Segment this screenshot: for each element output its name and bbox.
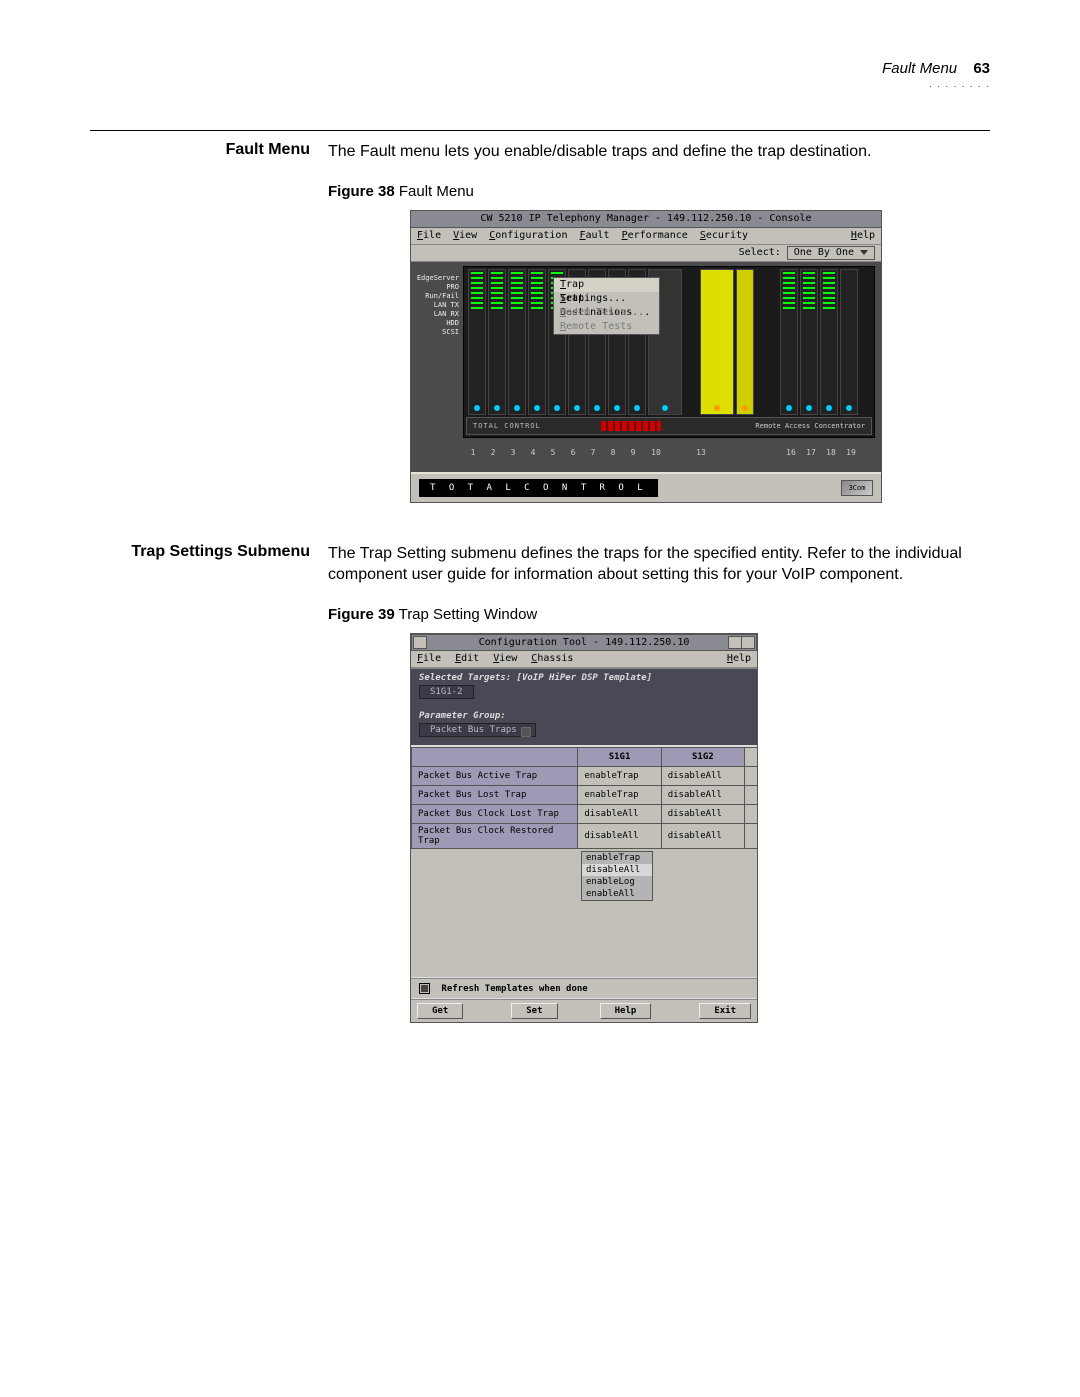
chevron-down-icon: [860, 250, 868, 255]
popup-opt[interactable]: enableLog: [582, 876, 652, 888]
menu-security[interactable]: Security: [700, 228, 748, 244]
figure39-caption: Figure 39 Trap Setting Window: [328, 606, 990, 623]
heading-fault-menu: Fault Menu: [90, 141, 310, 163]
body-fault-menu: The Fault menu lets you enable/disable t…: [328, 141, 990, 163]
popup-opt-selected[interactable]: disableAll: [582, 864, 652, 876]
chassis-frame: TOTAL CONTROL Remote Access Concentrator: [463, 266, 875, 438]
3com-logo: 3Com: [841, 480, 873, 496]
fig39-context-panel: Selected Targets: [VoIP HiPer DSP Templa…: [411, 669, 757, 745]
cell[interactable]: disableAll: [578, 804, 661, 823]
slot-13-a[interactable]: [700, 269, 734, 415]
slot-17[interactable]: [800, 269, 818, 415]
section-fault-menu: Fault Menu The Fault menu lets you enabl…: [90, 141, 990, 163]
slot-3[interactable]: [508, 269, 526, 415]
popup-opt[interactable]: enableTrap: [582, 852, 652, 864]
param-group-dropdown[interactable]: Packet Bus Traps: [419, 723, 536, 737]
get-button[interactable]: Get: [417, 1003, 463, 1019]
heading-trap-settings: Trap Settings Submenu: [90, 543, 310, 586]
fig38-footer: T O T A L C O N T R O L 3Com: [411, 472, 881, 502]
table-row: Packet Bus Active TrapenableTrapdisableA…: [412, 766, 758, 785]
header-dots: · · · · · · · ·: [882, 81, 990, 92]
dd-modem-tests: Modem Tests...: [554, 306, 659, 320]
slot-1[interactable]: [468, 269, 486, 415]
page-header: Fault Menu 63 · · · · · · · ·: [882, 60, 990, 92]
window-max-icon[interactable]: [741, 636, 755, 649]
red-indicator: [601, 421, 661, 431]
slot-numbers: 1 2 3 4 5 6 7 8 9 10 13 16 17 18 19: [463, 448, 875, 460]
col-s1g1: S1G1: [578, 747, 661, 766]
horizontal-rule: [90, 130, 990, 131]
col-s1g2: S1G2: [661, 747, 744, 766]
selected-targets-label: Selected Targets: [VoIP HiPer DSP Templa…: [419, 673, 749, 683]
window-min-icon[interactable]: [728, 636, 742, 649]
cell[interactable]: disableAll: [578, 823, 661, 848]
fig39-menubar: File Edit View Chassis Help: [411, 651, 757, 669]
fig38-toolbar: Trap Settings... Trap Destinations... Mo…: [411, 245, 881, 262]
table-row: Packet Bus Clock Lost TrapdisableAlldisa…: [412, 804, 758, 823]
fig39-table-area: S1G1 S1G2 Packet Bus Active TrapenableTr…: [411, 745, 757, 977]
fig38-titlebar: CW 5210 IP Telephony Manager - 149.112.2…: [411, 211, 881, 228]
popup-opt[interactable]: enableAll: [582, 888, 652, 900]
refresh-checkbox[interactable]: [419, 983, 430, 994]
slot-2[interactable]: [488, 269, 506, 415]
menu-file[interactable]: File: [417, 228, 441, 244]
cell[interactable]: disableAll: [661, 804, 744, 823]
header-section: Fault Menu: [882, 60, 957, 77]
total-control-badge: T O T A L C O N T R O L: [419, 479, 658, 497]
target-box[interactable]: S1G1-2: [419, 685, 474, 699]
tc-bar-label: TOTAL CONTROL: [473, 422, 541, 430]
cell-value-popup: enableTrap disableAll enableLog enableAl…: [581, 851, 653, 901]
chassis-bottom-bar: TOTAL CONTROL Remote Access Concentrator: [466, 417, 872, 435]
fig39-refresh-row: Refresh Templates when done: [411, 977, 757, 998]
refresh-label: Refresh Templates when done: [441, 984, 587, 994]
body-trap-settings: The Trap Setting submenu defines the tra…: [328, 543, 990, 586]
fig39-button-row: Get Set Help Exit: [411, 998, 757, 1022]
fig38-menubar: File View Configuration Fault Performanc…: [411, 228, 881, 245]
chassis-row-labels: EdgeServerPRORun/Fail LAN TXLAN RXHDDSCS…: [415, 274, 459, 337]
slot-19[interactable]: [840, 269, 858, 415]
cell[interactable]: disableAll: [661, 766, 744, 785]
table-row: Packet Bus Clock Restored TrapdisableAll…: [412, 823, 758, 848]
cell[interactable]: disableAll: [661, 823, 744, 848]
menu-help[interactable]: Help: [727, 651, 751, 667]
trap-table: S1G1 S1G2 Packet Bus Active TrapenableTr…: [411, 747, 757, 849]
fig39-titlebar: Configuration Tool - 149.112.250.10: [411, 634, 757, 651]
header-page-num: 63: [973, 60, 990, 77]
fault-dropdown: Trap Settings... Trap Destinations... Mo…: [553, 277, 660, 335]
menu-help[interactable]: Help: [851, 228, 875, 244]
figure39-window: Configuration Tool - 149.112.250.10 File…: [410, 633, 758, 1023]
cell[interactable]: disableAll: [661, 785, 744, 804]
menu-view[interactable]: View: [453, 228, 477, 244]
slot-4[interactable]: [528, 269, 546, 415]
slot-16[interactable]: [780, 269, 798, 415]
figure38-window: CW 5210 IP Telephony Manager - 149.112.2…: [410, 210, 882, 503]
select-dropdown[interactable]: One By One: [787, 246, 875, 260]
rac-label: Remote Access Concentrator: [755, 422, 865, 430]
menu-fault[interactable]: Fault: [579, 228, 609, 244]
figure38-caption: Figure 38 Fault Menu: [328, 183, 990, 200]
menu-edit[interactable]: Edit: [455, 651, 479, 667]
exit-button[interactable]: Exit: [699, 1003, 751, 1019]
help-button[interactable]: Help: [600, 1003, 652, 1019]
select-label: Select:: [739, 247, 781, 258]
cell[interactable]: enableTrap: [578, 766, 661, 785]
table-row: Packet Bus Lost TrapenableTrapdisableAll: [412, 785, 758, 804]
menu-chassis[interactable]: Chassis: [531, 651, 573, 667]
menu-file[interactable]: File: [417, 651, 441, 667]
menu-view[interactable]: View: [493, 651, 517, 667]
select-control: Select: One By One: [739, 246, 875, 260]
slot-18[interactable]: [820, 269, 838, 415]
dd-trap-settings[interactable]: Trap Settings...: [554, 278, 659, 292]
section-trap-settings: Trap Settings Submenu The Trap Setting s…: [90, 543, 990, 586]
menu-configuration[interactable]: Configuration: [489, 228, 567, 244]
set-button[interactable]: Set: [511, 1003, 557, 1019]
window-menu-icon[interactable]: [413, 636, 427, 649]
slot-13-b[interactable]: [736, 269, 754, 415]
cell[interactable]: enableTrap: [578, 785, 661, 804]
menu-performance[interactable]: Performance: [622, 228, 688, 244]
dd-remote-tests: Remote Tests: [554, 320, 659, 334]
param-group-label: Parameter Group:: [419, 711, 749, 721]
table-header-row: S1G1 S1G2: [412, 747, 758, 766]
